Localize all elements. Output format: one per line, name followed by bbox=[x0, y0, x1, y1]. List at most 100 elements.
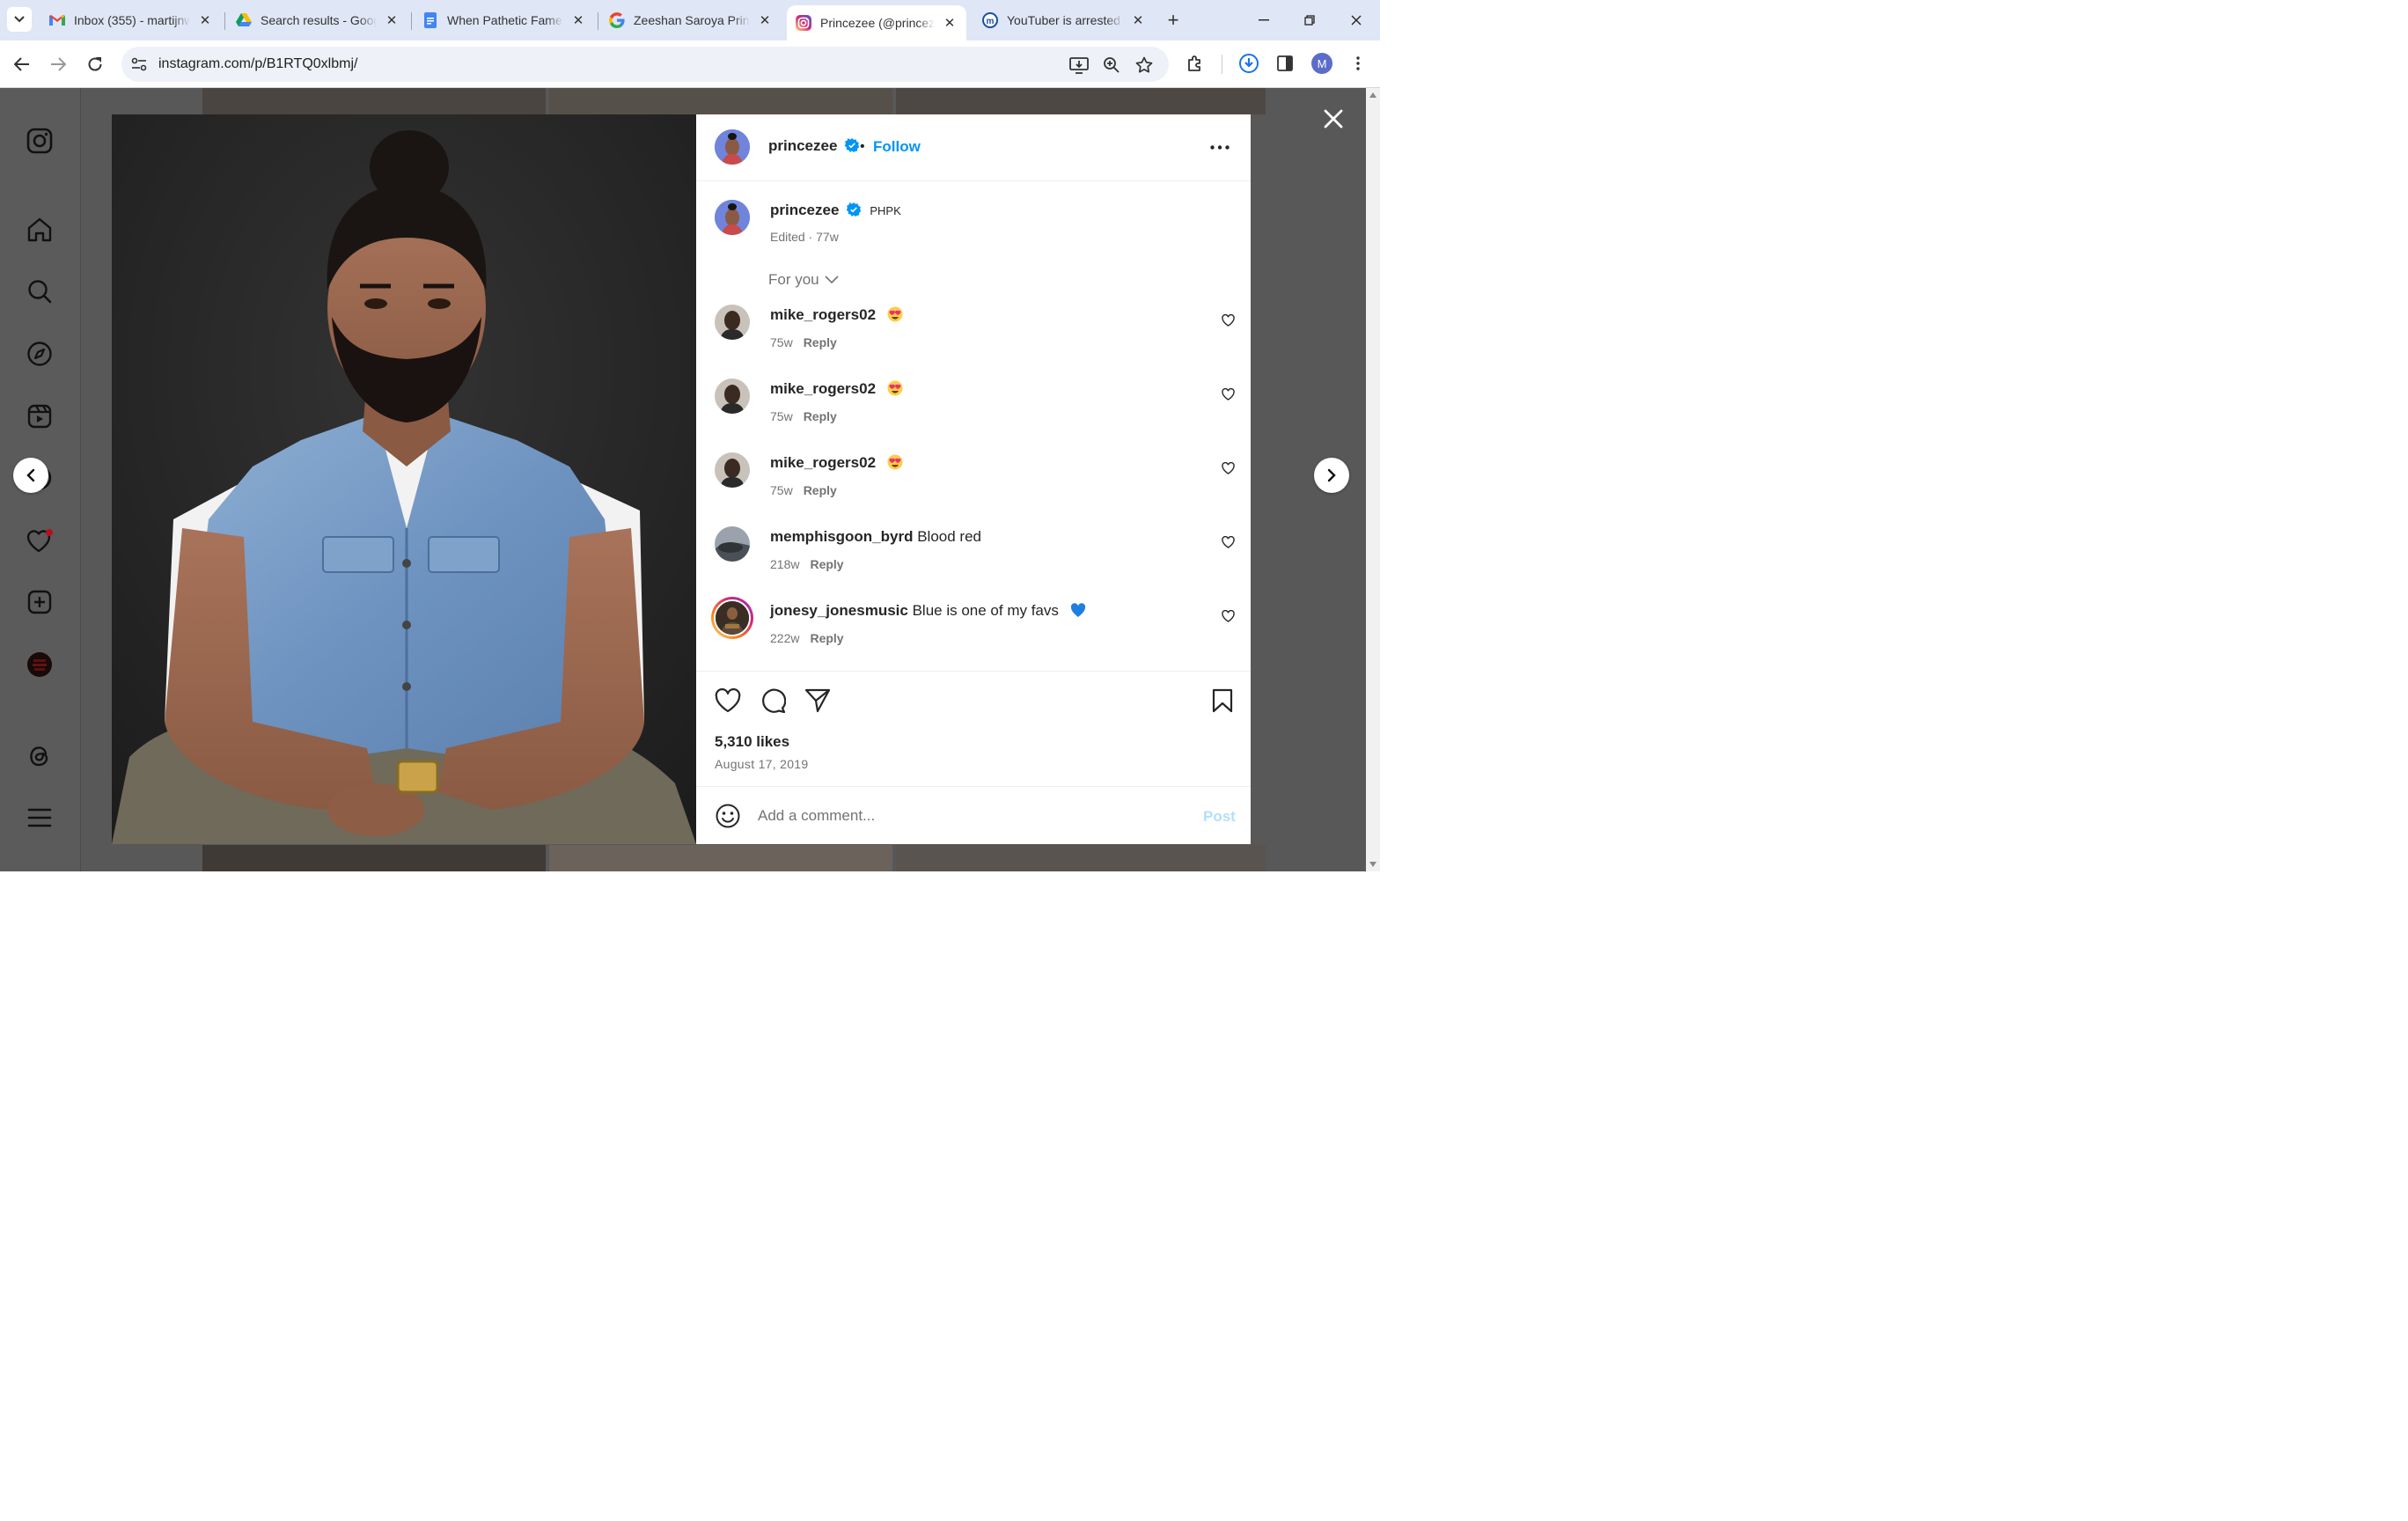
reload-button[interactable] bbox=[82, 51, 108, 77]
heart-eyes-emoji-icon bbox=[887, 454, 903, 470]
commenter-avatar[interactable] bbox=[715, 378, 750, 414]
reply-button[interactable]: Reply bbox=[810, 557, 843, 571]
comment-sort-label: For you bbox=[768, 271, 819, 288]
follow-button[interactable]: Follow bbox=[873, 138, 921, 156]
like-comment-heart-icon[interactable] bbox=[1221, 387, 1235, 401]
site-info-icon[interactable] bbox=[130, 55, 148, 73]
tab-instagram[interactable]: Princezee (@princeze ✕ bbox=[787, 5, 966, 40]
caption-author-avatar[interactable] bbox=[715, 200, 750, 235]
search-icon[interactable] bbox=[25, 276, 55, 306]
tab-close-icon[interactable]: ✕ bbox=[197, 12, 213, 28]
notifications-heart-icon[interactable] bbox=[25, 525, 55, 555]
save-bookmark-icon[interactable] bbox=[1208, 687, 1237, 715]
new-tab-button[interactable]: + bbox=[1162, 9, 1185, 32]
previous-post-button[interactable] bbox=[13, 458, 48, 493]
commenter-avatar-story-ring[interactable] bbox=[711, 597, 753, 639]
reels-icon[interactable] bbox=[25, 401, 55, 431]
commenter-username[interactable]: memphisgoon_byrd bbox=[770, 528, 913, 545]
like-comment-heart-icon[interactable] bbox=[1221, 313, 1235, 327]
tab-close-icon[interactable]: ✕ bbox=[757, 12, 773, 28]
like-heart-icon[interactable] bbox=[714, 687, 742, 715]
more-menu-icon[interactable] bbox=[25, 803, 55, 833]
commenter-avatar[interactable] bbox=[715, 452, 750, 488]
comment-item: mike_rogers02 75w Reply bbox=[696, 452, 1251, 526]
share-paper-plane-icon[interactable] bbox=[804, 687, 832, 715]
minimize-button[interactable] bbox=[1244, 7, 1283, 33]
create-icon[interactable] bbox=[25, 587, 55, 617]
like-comment-heart-icon[interactable] bbox=[1221, 461, 1235, 475]
restore-button[interactable] bbox=[1290, 7, 1329, 33]
back-button[interactable] bbox=[9, 51, 35, 77]
caption-username[interactable]: princezee bbox=[770, 202, 839, 218]
tab-google-search[interactable]: Zeeshan Saroya Princ ✕ bbox=[600, 5, 782, 35]
commenter-username[interactable]: mike_rogers02 bbox=[770, 380, 876, 397]
instagram-logo-icon[interactable] bbox=[25, 126, 55, 156]
reply-button[interactable]: Reply bbox=[810, 631, 843, 645]
tab-close-icon[interactable]: ✕ bbox=[384, 12, 400, 28]
commenter-avatar bbox=[714, 599, 751, 636]
page-scrollbar[interactable] bbox=[1366, 88, 1380, 871]
close-window-button[interactable] bbox=[1337, 7, 1376, 33]
close-modal-icon[interactable] bbox=[1320, 106, 1347, 132]
google-icon bbox=[609, 12, 625, 28]
url-text[interactable]: instagram.com/p/B1RTQ0xlbmj/ bbox=[158, 56, 357, 72]
threads-icon[interactable] bbox=[25, 741, 55, 771]
tab-google-drive[interactable]: Search results - Goog ✕ bbox=[227, 5, 408, 35]
forward-button[interactable] bbox=[45, 51, 71, 77]
browser-menu-icon[interactable] bbox=[1347, 52, 1369, 75]
side-panel-icon[interactable] bbox=[1274, 52, 1296, 75]
scroll-up-arrow-icon[interactable] bbox=[1369, 92, 1377, 98]
commenter-username[interactable]: jonesy_jonesmusic bbox=[770, 602, 908, 619]
comment-sort-dropdown[interactable]: For you bbox=[768, 271, 839, 289]
author-username[interactable]: princezee bbox=[768, 137, 837, 154]
more-options-icon[interactable] bbox=[1208, 137, 1231, 157]
add-comment-input[interactable] bbox=[758, 803, 1180, 829]
profile-avatar[interactable]: M bbox=[1311, 53, 1332, 74]
comment-text-row: mike_rogers02 bbox=[770, 380, 903, 398]
commenter-avatar[interactable] bbox=[715, 305, 750, 340]
tab-divider bbox=[224, 12, 225, 30]
gmail-icon bbox=[49, 12, 65, 28]
reply-button[interactable]: Reply bbox=[804, 335, 837, 349]
profile-avatar-icon[interactable] bbox=[25, 650, 55, 680]
scroll-down-arrow-icon[interactable] bbox=[1369, 862, 1377, 867]
address-bar[interactable]: instagram.com/p/B1RTQ0xlbmj/ bbox=[121, 47, 1169, 82]
tab-gmail[interactable]: Inbox (355) - martijnw ✕ bbox=[40, 5, 222, 35]
reply-button[interactable]: Reply bbox=[804, 483, 837, 497]
tab-close-icon[interactable]: ✕ bbox=[570, 12, 586, 28]
tab-google-docs[interactable]: When Pathetic Fame S ✕ bbox=[414, 5, 595, 35]
comment-text-row: jonesy_jonesmusic Blue is one of my favs bbox=[770, 602, 1086, 620]
install-app-icon[interactable] bbox=[1068, 55, 1090, 76]
commenter-username[interactable]: mike_rogers02 bbox=[770, 306, 876, 323]
emoji-picker-icon[interactable] bbox=[715, 803, 741, 829]
like-comment-heart-icon[interactable] bbox=[1221, 535, 1235, 549]
background-post-thumbnail bbox=[549, 845, 892, 871]
bookmark-star-icon[interactable] bbox=[1134, 55, 1155, 76]
tab-search-button[interactable] bbox=[7, 7, 32, 32]
post-comment-button[interactable]: Post bbox=[1203, 808, 1236, 826]
comment-text-row: mike_rogers02 bbox=[770, 306, 903, 324]
post-date[interactable]: August 17, 2019 bbox=[715, 757, 808, 771]
comment-bubble-icon[interactable] bbox=[759, 687, 787, 715]
extensions-icon[interactable] bbox=[1184, 52, 1207, 75]
next-post-button[interactable] bbox=[1314, 458, 1349, 493]
explore-icon[interactable] bbox=[25, 339, 55, 369]
tab-title: Princezee (@princeze bbox=[820, 16, 935, 30]
home-icon[interactable] bbox=[25, 215, 55, 245]
likes-count[interactable]: 5,310 likes bbox=[715, 733, 789, 751]
browser-tab-bar: Inbox (355) - martijnw ✕ Search results … bbox=[0, 0, 1380, 40]
tab-news[interactable]: m YouTuber is arrested ✕ bbox=[973, 5, 1155, 35]
reply-button[interactable]: Reply bbox=[804, 409, 837, 423]
downloads-icon[interactable] bbox=[1237, 52, 1260, 75]
author-avatar[interactable] bbox=[715, 129, 750, 165]
commenter-username[interactable]: mike_rogers02 bbox=[770, 454, 876, 471]
background-post-thumbnail bbox=[896, 88, 1266, 114]
zoom-icon[interactable] bbox=[1101, 55, 1122, 76]
commenter-avatar[interactable] bbox=[715, 526, 750, 562]
heart-eyes-emoji-icon bbox=[887, 380, 903, 396]
tab-close-icon[interactable]: ✕ bbox=[942, 15, 958, 31]
tab-title: Search results - Goog bbox=[261, 13, 377, 27]
tab-close-icon[interactable]: ✕ bbox=[1130, 12, 1146, 28]
like-comment-heart-icon[interactable] bbox=[1221, 609, 1235, 623]
post-photo[interactable] bbox=[112, 114, 696, 844]
